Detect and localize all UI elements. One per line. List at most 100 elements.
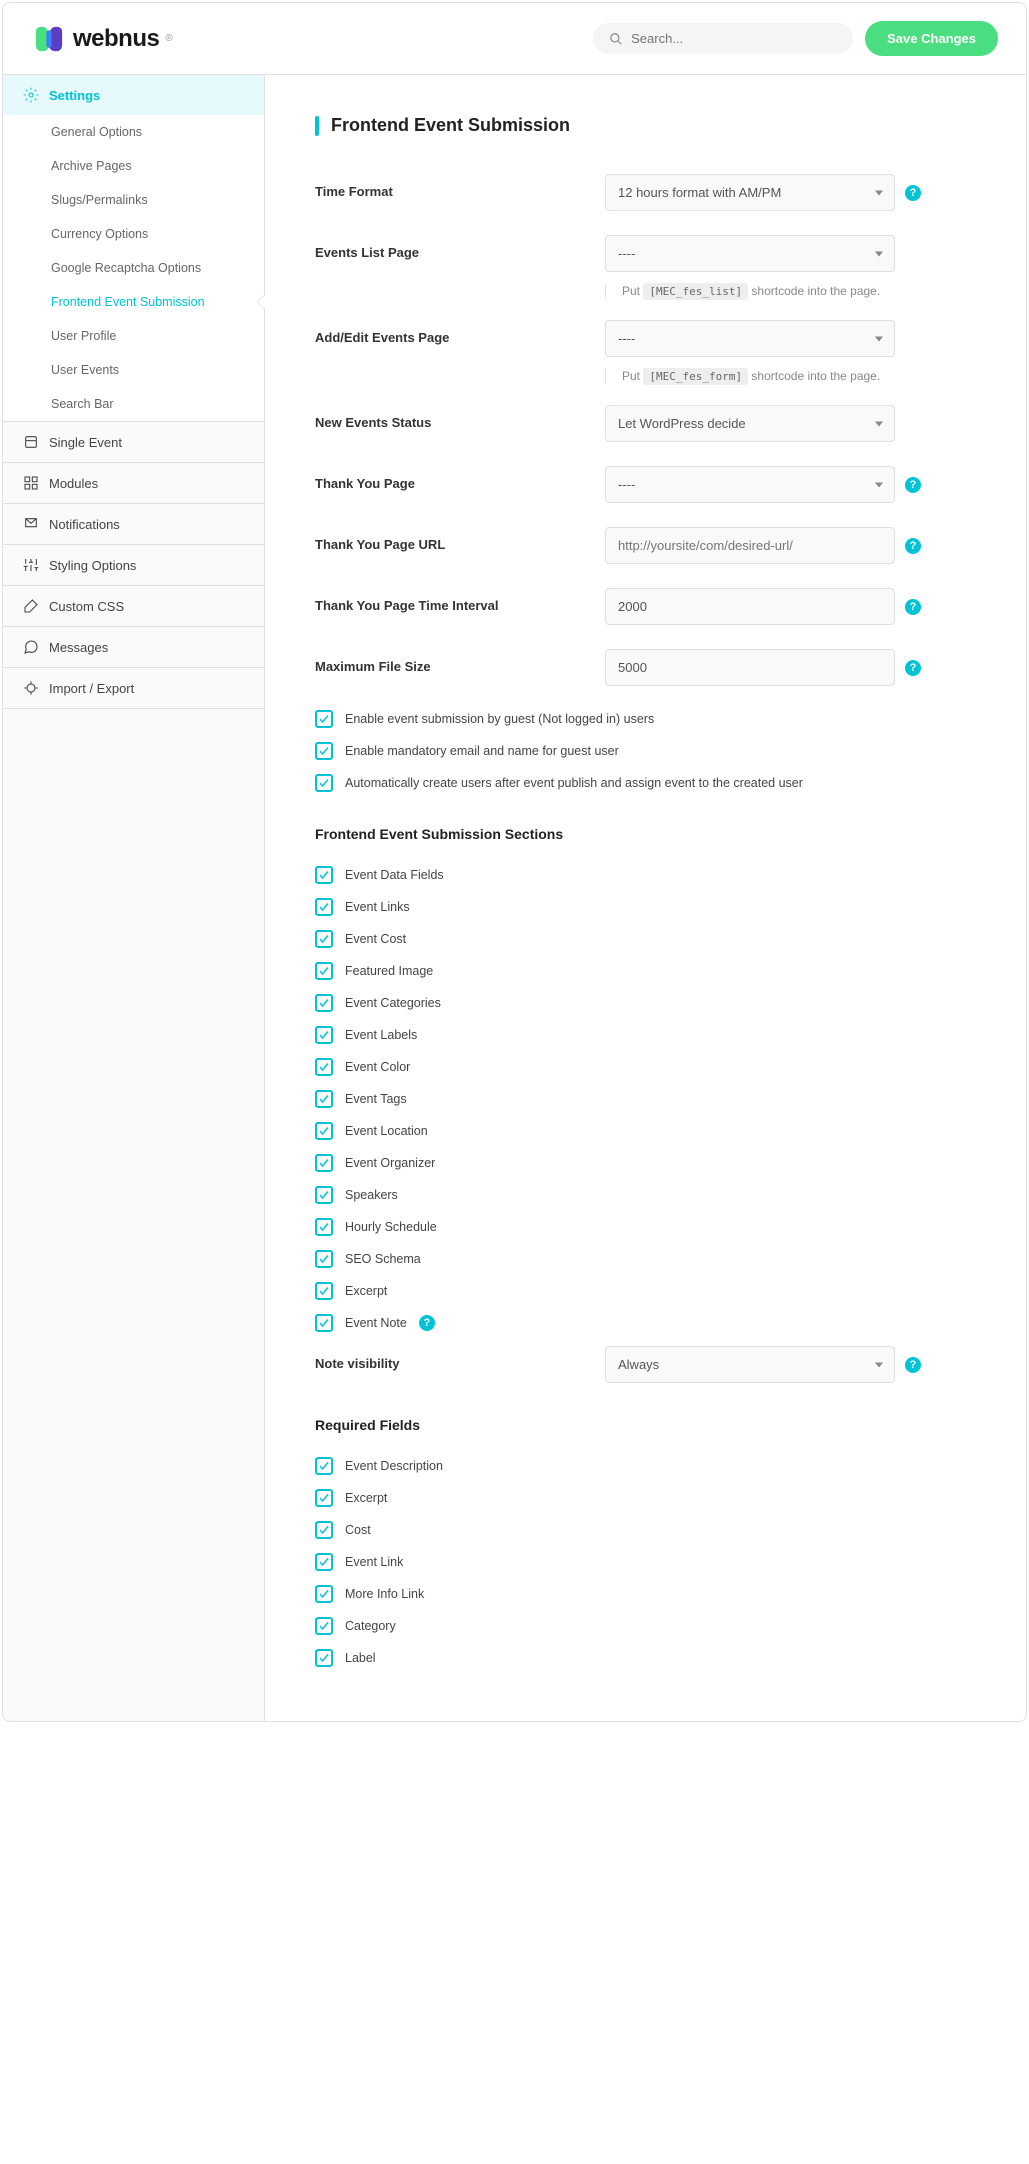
input-max-file-size[interactable] xyxy=(605,649,895,686)
checkbox-label: Featured Image xyxy=(345,964,433,978)
nav-section-item[interactable]: Messages xyxy=(3,627,264,667)
main-content: Frontend Event Submission Time Format 12… xyxy=(265,75,1026,1721)
logo: webnus ® xyxy=(31,25,173,53)
page-title: Frontend Event Submission xyxy=(315,115,976,136)
hint-add-edit: Put [MEC_fes_form] shortcode into the pa… xyxy=(605,369,976,383)
checkbox[interactable] xyxy=(315,710,333,728)
checkbox-label: Event Data Fields xyxy=(345,868,444,882)
label-events-list-page: Events List Page xyxy=(315,235,605,260)
select-add-edit-page[interactable]: ---- xyxy=(605,320,895,357)
checkbox-label: Event Labels xyxy=(345,1028,417,1042)
checkbox[interactable] xyxy=(315,1186,333,1204)
checkbox-label: Event Links xyxy=(345,900,410,914)
nav-sub-item[interactable]: Slugs/Permalinks xyxy=(3,183,264,217)
label-time-format: Time Format xyxy=(315,174,605,199)
sidebar: Settings General OptionsArchive PagesSlu… xyxy=(3,75,265,1721)
checkbox[interactable] xyxy=(315,930,333,948)
checkbox[interactable] xyxy=(315,1154,333,1172)
label-thank-you-page: Thank You Page xyxy=(315,466,605,491)
select-note-visibility[interactable]: Always xyxy=(605,1346,895,1383)
nav-icon xyxy=(23,475,39,491)
nav-icon xyxy=(23,680,39,696)
checkbox-label: Label xyxy=(345,1651,376,1665)
nav-icon xyxy=(23,434,39,450)
checkbox[interactable] xyxy=(315,1058,333,1076)
search-input[interactable] xyxy=(631,31,837,46)
nav-sub-item[interactable]: User Profile xyxy=(3,319,264,353)
nav-sub-item[interactable]: User Events xyxy=(3,353,264,387)
search-box[interactable] xyxy=(593,23,853,54)
nav-sub-item[interactable]: Google Recaptcha Options xyxy=(3,251,264,285)
sections-title: Frontend Event Submission Sections xyxy=(315,826,976,842)
label-thank-you-interval: Thank You Page Time Interval xyxy=(315,588,605,613)
checkbox[interactable] xyxy=(315,742,333,760)
help-icon[interactable]: ? xyxy=(905,185,921,201)
checkbox[interactable] xyxy=(315,1585,333,1603)
checkbox[interactable] xyxy=(315,1617,333,1635)
input-thank-you-url[interactable] xyxy=(605,527,895,564)
help-icon[interactable]: ? xyxy=(905,599,921,615)
save-changes-button[interactable]: Save Changes xyxy=(865,21,998,56)
checkbox[interactable] xyxy=(315,1090,333,1108)
nav-sub-item[interactable]: Search Bar xyxy=(3,387,264,421)
nav-section-item[interactable]: Styling Options xyxy=(3,545,264,585)
help-icon[interactable]: ? xyxy=(419,1315,435,1331)
help-icon[interactable]: ? xyxy=(905,1357,921,1373)
nav-section-label: Messages xyxy=(49,640,108,655)
help-icon[interactable]: ? xyxy=(905,660,921,676)
checkbox-label: Event Cost xyxy=(345,932,406,946)
nav-sub-item[interactable]: Currency Options xyxy=(3,217,264,251)
nav-sub-item[interactable]: General Options xyxy=(3,115,264,149)
checkbox[interactable] xyxy=(315,1218,333,1236)
checkbox[interactable] xyxy=(315,866,333,884)
label-note-visibility: Note visibility xyxy=(315,1346,605,1371)
checkbox-label: Excerpt xyxy=(345,1284,387,1298)
checkbox[interactable] xyxy=(315,962,333,980)
page-title-text: Frontend Event Submission xyxy=(331,115,570,136)
checkbox[interactable] xyxy=(315,1314,333,1332)
checkbox[interactable] xyxy=(315,1250,333,1268)
hint-events-list: Put [MEC_fes_list] shortcode into the pa… xyxy=(605,284,976,298)
nav-settings[interactable]: Settings xyxy=(3,75,264,115)
checkbox-label: Event Categories xyxy=(345,996,441,1010)
nav-section-label: Single Event xyxy=(49,435,122,450)
checkbox[interactable] xyxy=(315,1457,333,1475)
nav-section-item[interactable]: Modules xyxy=(3,463,264,503)
nav-section-item[interactable]: Single Event xyxy=(3,422,264,462)
checkbox[interactable] xyxy=(315,898,333,916)
checkbox[interactable] xyxy=(315,1521,333,1539)
checkbox[interactable] xyxy=(315,994,333,1012)
nav-section-label: Styling Options xyxy=(49,558,136,573)
select-events-list-page[interactable]: ---- xyxy=(605,235,895,272)
checkbox-label: Event Description xyxy=(345,1459,443,1473)
gear-icon xyxy=(23,87,39,103)
nav-section-item[interactable]: Notifications xyxy=(3,504,264,544)
help-icon[interactable]: ? xyxy=(905,538,921,554)
checkbox[interactable] xyxy=(315,1122,333,1140)
checkbox-label: SEO Schema xyxy=(345,1252,421,1266)
checkbox[interactable] xyxy=(315,1489,333,1507)
checkbox-label: Event Organizer xyxy=(345,1156,435,1170)
checkbox-label: Cost xyxy=(345,1523,371,1537)
nav-section-label: Modules xyxy=(49,476,98,491)
input-thank-you-interval[interactable] xyxy=(605,588,895,625)
select-new-events-status[interactable]: Let WordPress decide xyxy=(605,405,895,442)
checkbox-label: Event Color xyxy=(345,1060,410,1074)
select-thank-you-page[interactable]: ---- xyxy=(605,466,895,503)
nav-section-item[interactable]: Custom CSS xyxy=(3,586,264,626)
nav-icon xyxy=(23,639,39,655)
select-time-format[interactable]: 12 hours format with AM/PM xyxy=(605,174,895,211)
checkbox-label: More Info Link xyxy=(345,1587,424,1601)
nav-icon xyxy=(23,516,39,532)
nav-section-item[interactable]: Import / Export xyxy=(3,668,264,708)
checkbox[interactable] xyxy=(315,774,333,792)
help-icon[interactable]: ? xyxy=(905,477,921,493)
logo-icon xyxy=(31,25,67,53)
nav-sub-item[interactable]: Frontend Event Submission xyxy=(3,285,264,319)
checkbox[interactable] xyxy=(315,1026,333,1044)
checkbox[interactable] xyxy=(315,1649,333,1667)
checkbox[interactable] xyxy=(315,1282,333,1300)
nav-section-label: Custom CSS xyxy=(49,599,124,614)
checkbox[interactable] xyxy=(315,1553,333,1571)
nav-sub-item[interactable]: Archive Pages xyxy=(3,149,264,183)
